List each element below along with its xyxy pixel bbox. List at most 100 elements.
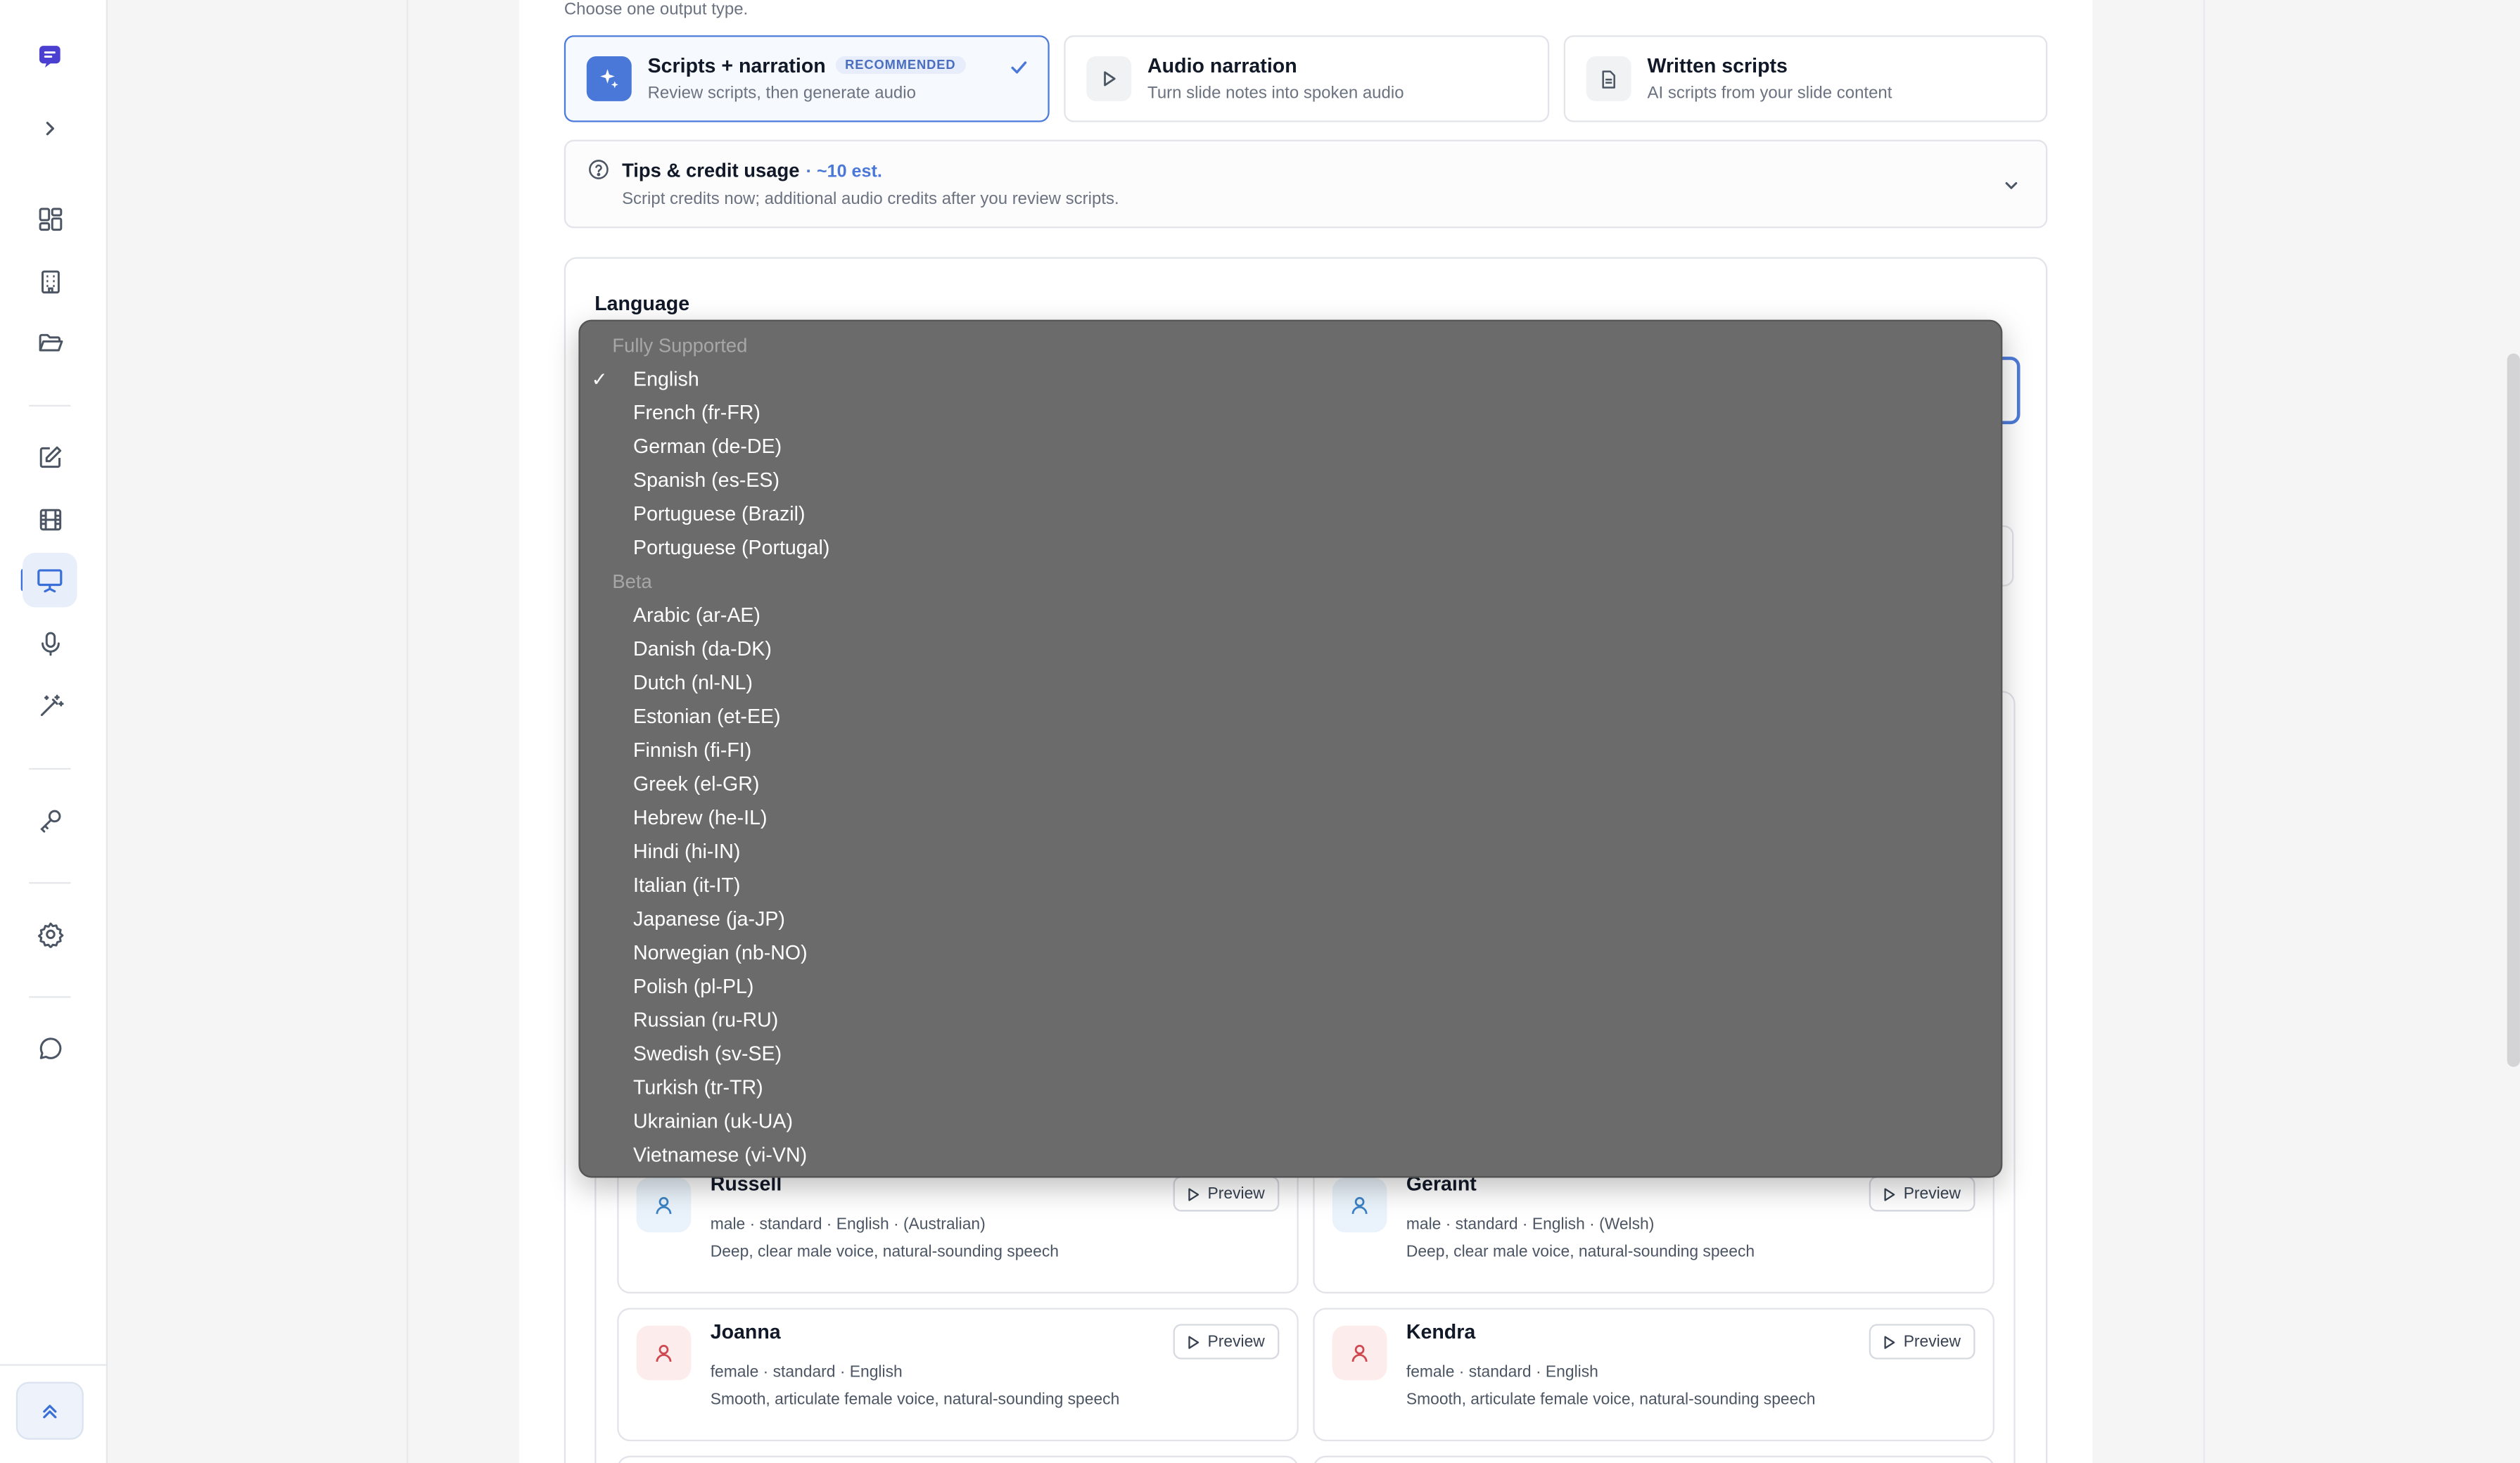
language-option[interactable]: Arabic (ar-AE): [633, 604, 761, 627]
rail-divider: [29, 996, 71, 998]
tips-title: Tips & credit usage · ~10 est.: [622, 159, 882, 182]
language-option[interactable]: Ukrainian (uk-UA): [633, 1111, 793, 1133]
edit-icon[interactable]: [23, 429, 77, 484]
option-subtitle: AI scripts from your slide content: [1647, 83, 1892, 103]
language-option[interactable]: Portuguese (Brazil): [633, 503, 805, 525]
voice-description: Smooth, articulate female voice, natural…: [1406, 1391, 1816, 1410]
preview-button[interactable]: Preview: [1869, 1324, 1975, 1360]
language-option[interactable]: Spanish (es-ES): [633, 469, 779, 492]
language-option[interactable]: Hindi (hi-IN): [633, 841, 740, 863]
play-icon: [1086, 56, 1132, 101]
preview-label: Preview: [1207, 1332, 1265, 1351]
preview-button[interactable]: Preview: [1869, 1176, 1975, 1212]
voice-card[interactable]: Russell male · standard · English · (Aus…: [617, 1160, 1299, 1293]
page-scrollbar[interactable]: [2507, 353, 2520, 1067]
language-option[interactable]: English: [633, 368, 699, 390]
voice-card[interactable]: Geraint male · standard · English · (Wel…: [1313, 1160, 1994, 1293]
output-type-hint: Choose one output type.: [564, 0, 749, 20]
voice-description: Deep, clear male voice, natural-sounding…: [1406, 1244, 1755, 1262]
sparkles-icon: [586, 56, 632, 101]
scroll-up-icon[interactable]: [15, 1381, 84, 1440]
language-option[interactable]: Dutch (nl-NL): [633, 672, 753, 694]
tips-credit-usage-accordion[interactable]: Tips & credit usage · ~10 est. Script cre…: [564, 139, 2048, 229]
presentation-icon[interactable]: [22, 552, 77, 608]
dropdown-group-label: Fully Supported: [612, 334, 748, 357]
document-icon: [1586, 56, 1631, 101]
language-option[interactable]: Estonian (et-EE): [633, 705, 781, 728]
tips-subtitle: Script credits now; additional audio cre…: [622, 189, 1119, 209]
check-icon: [1010, 56, 1029, 85]
preview-label: Preview: [1903, 1332, 1961, 1351]
option-subtitle: Review scripts, then generate audio: [647, 83, 916, 103]
page-gutter-right: [2092, 0, 2206, 1463]
navigation-rail: [0, 0, 108, 1463]
language-option[interactable]: Japanese (ja-JP): [633, 908, 785, 931]
user-icon: [1332, 1177, 1387, 1233]
app-root: Choose one output type. Scripts + narrat…: [0, 0, 2520, 1463]
language-option[interactable]: Portuguese (Portugal): [633, 537, 829, 559]
output-option-scripts-narration[interactable]: Scripts + narration RECOMMENDED Review sc…: [564, 35, 1050, 122]
dashboard-icon[interactable]: [23, 191, 77, 246]
preview-label: Preview: [1207, 1184, 1265, 1203]
folder-icon[interactable]: [23, 315, 77, 370]
rail-divider: [29, 882, 71, 884]
key-icon[interactable]: [23, 792, 77, 847]
preview-label: Preview: [1903, 1184, 1961, 1203]
voice-description: Deep, clear male voice, natural-sounding…: [710, 1244, 1059, 1262]
user-icon: [636, 1325, 692, 1381]
magic-wand-icon[interactable]: [23, 678, 77, 733]
language-option[interactable]: Vietnamese (vi-VN): [633, 1144, 807, 1166]
language-option[interactable]: Russian (ru-RU): [633, 1009, 778, 1032]
language-option[interactable]: Swedish (sv-SE): [633, 1043, 782, 1066]
option-subtitle: Turn slide notes into spoken audio: [1147, 83, 1404, 103]
option-title: Audio narration: [1147, 54, 1297, 77]
help-circle-icon: [588, 159, 609, 188]
recommended-badge: RECOMMENDED: [835, 56, 966, 75]
language-option[interactable]: Turkish (tr-TR): [633, 1077, 763, 1099]
chevron-right-icon[interactable]: [23, 101, 77, 156]
language-option[interactable]: Italian (it-IT): [633, 874, 740, 897]
language-option[interactable]: Polish (pl-PL): [633, 976, 753, 998]
language-dropdown: [578, 319, 2003, 1178]
dropdown-group-label: Beta: [612, 570, 652, 593]
rail-divider: [29, 404, 71, 407]
rail-divider: [29, 767, 71, 770]
voice-meta: female · standard · English: [1406, 1364, 1598, 1382]
output-option-written-scripts[interactable]: Written scripts AI scripts from your sli…: [1563, 35, 2048, 122]
language-option[interactable]: Hebrew (he-IL): [633, 807, 767, 829]
preview-button[interactable]: Preview: [1173, 1324, 1280, 1360]
option-title: Scripts + narration RECOMMENDED: [648, 55, 966, 77]
output-option-audio-narration[interactable]: Audio narration Turn slide notes into sp…: [1064, 35, 1550, 122]
language-label: Language: [594, 292, 690, 315]
chevron-down-icon: [2002, 174, 2020, 203]
language-option[interactable]: Danish (da-DK): [633, 638, 772, 660]
voice-card[interactable]: Kendra female · standard · English Smoot…: [1313, 1308, 1994, 1442]
check-icon: ✓: [591, 368, 608, 391]
voice-meta: female · standard · English: [710, 1364, 903, 1382]
voice-meta: male · standard · English · (Australian): [710, 1216, 986, 1234]
play-icon: [1885, 1335, 1896, 1348]
option-title: Written scripts: [1647, 54, 1788, 77]
voice-name: Kendra: [1406, 1320, 1476, 1343]
voice-card[interactable]: [617, 1455, 1299, 1463]
app-logo-icon[interactable]: [23, 29, 77, 84]
language-option[interactable]: German (de-DE): [633, 435, 782, 458]
building-icon[interactable]: [23, 254, 77, 309]
rail-footer: [0, 1364, 108, 1463]
language-option[interactable]: Greek (el-GR): [633, 773, 759, 796]
microphone-icon[interactable]: [23, 615, 77, 670]
preview-button[interactable]: Preview: [1173, 1176, 1280, 1212]
language-option[interactable]: French (fr-FR): [633, 402, 761, 424]
voice-card[interactable]: Joanna female · standard · English Smoot…: [617, 1308, 1299, 1442]
voice-meta: male · standard · English · (Welsh): [1406, 1216, 1655, 1234]
play-icon: [1189, 1335, 1200, 1348]
voice-name: Joanna: [710, 1320, 781, 1343]
voice-card[interactable]: [1313, 1455, 1994, 1463]
settings-icon[interactable]: [23, 906, 77, 961]
user-icon: [636, 1177, 692, 1233]
film-icon[interactable]: [23, 492, 77, 547]
language-option[interactable]: Norwegian (nb-NO): [633, 942, 808, 964]
chat-icon[interactable]: [23, 1021, 77, 1075]
play-icon: [1189, 1187, 1200, 1201]
language-option[interactable]: Finnish (fi-FI): [633, 739, 751, 762]
